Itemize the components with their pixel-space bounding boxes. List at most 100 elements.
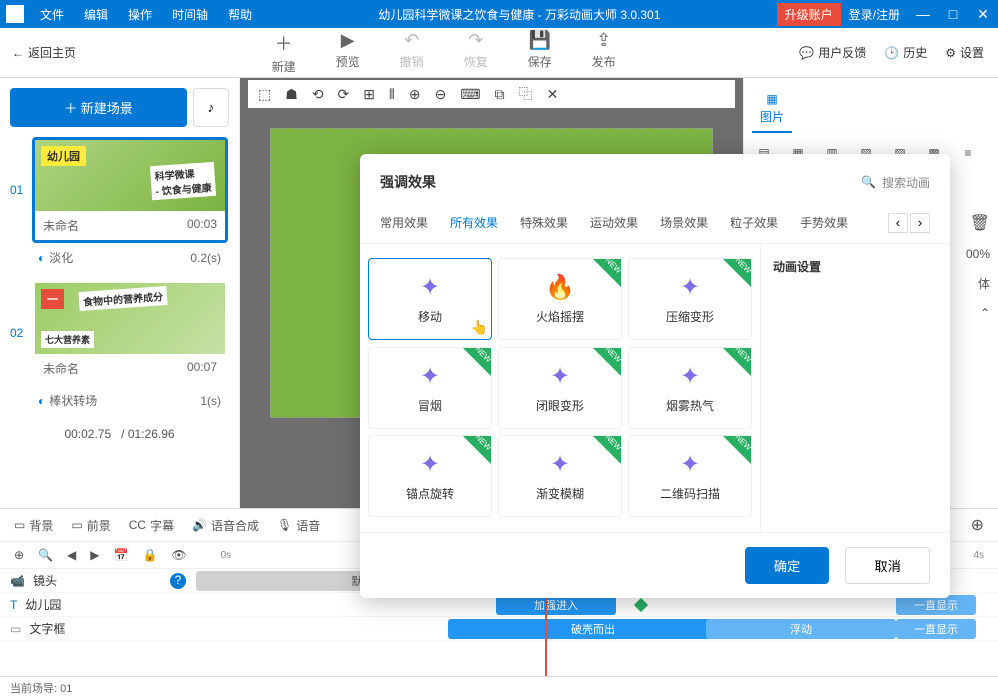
menu-file[interactable]: 文件 (30, 6, 74, 23)
save-icon: 💾 (528, 30, 550, 51)
save-button[interactable]: 💾保存 (528, 30, 552, 75)
canvas-tool-2[interactable]: ⟲ (312, 86, 324, 103)
tab-icon: 🔊 (192, 518, 207, 532)
scene-item-2[interactable]: 02 一 食物中的营养成分 七大营养素 未命名00:07 ◐棒状转场1(s) (10, 280, 229, 415)
keyframe[interactable] (634, 598, 648, 612)
scene-thumb[interactable]: 幼儿园 科学微课- 饮食与健康 未命名00:03 (32, 137, 228, 243)
undo-label: 撤销 (400, 53, 424, 70)
zoom-value: 00% (966, 247, 990, 261)
transition-row[interactable]: ◐淡化0.2(s) (10, 243, 229, 272)
maximize-button[interactable]: □ (938, 6, 968, 22)
effect-二维码扫描[interactable]: ✦二维码扫描 (628, 435, 752, 517)
tl-tab-2[interactable]: CC字幕 (129, 517, 174, 534)
new-button[interactable]: ＋新建 (272, 30, 296, 75)
tl-tool-1[interactable]: 🔍 (38, 548, 53, 562)
tl-tool-0[interactable]: ⊕ (14, 548, 24, 562)
effect-tab-1[interactable]: 所有效果 (450, 210, 498, 235)
tl-tool-6[interactable]: 👁 (171, 548, 186, 562)
search-box[interactable]: 🔍搜索动画 (861, 172, 930, 192)
track-body[interactable]: 破壳而出浮动一直显示 (196, 617, 998, 640)
canvas-tool-5[interactable]: ⫴ (389, 86, 395, 103)
tab-prev[interactable]: ‹ (888, 213, 908, 233)
tab-icon: CC (129, 518, 146, 532)
preview-button[interactable]: ▶预览 (336, 30, 360, 75)
clip[interactable]: 一直显示 (896, 619, 976, 639)
canvas-tool-1[interactable]: ☗ (285, 86, 298, 103)
menu-help[interactable]: 帮助 (218, 6, 262, 23)
feedback-icon: 💬 (799, 46, 814, 60)
transition-row[interactable]: ◐棒状转场1(s) (10, 386, 229, 415)
upgrade-button[interactable]: 升级账户 (777, 3, 841, 26)
history-button[interactable]: 🕑历史 (884, 44, 927, 61)
menu-action[interactable]: 操作 (118, 6, 162, 23)
minimize-button[interactable]: — (908, 6, 938, 22)
publish-button[interactable]: ⇪发布 (592, 30, 616, 75)
effect-压缩变形[interactable]: ✦压缩变形 (628, 258, 752, 340)
app-logo (6, 5, 24, 23)
effect-tab-0[interactable]: 常用效果 (380, 210, 428, 235)
canvas-tool-7[interactable]: ⊖ (435, 86, 447, 103)
clip[interactable]: 一直显示 (896, 595, 976, 615)
effect-移动[interactable]: ✦移动👆 (368, 258, 492, 340)
help-icon[interactable]: ? (170, 573, 186, 589)
tl-tool-4[interactable]: 📅 (113, 548, 128, 562)
tab-next[interactable]: › (910, 213, 930, 233)
effect-烟雾热气[interactable]: ✦烟雾热气 (628, 347, 752, 429)
tl-tool-5[interactable]: 🔒 (142, 548, 157, 562)
effect-tab-4[interactable]: 场景效果 (660, 210, 708, 235)
effect-tab-2[interactable]: 特殊效果 (520, 210, 568, 235)
effect-冒烟[interactable]: ✦冒烟 (368, 347, 492, 429)
clip[interactable]: 破壳而出 (448, 619, 738, 639)
scene-thumb[interactable]: 一 食物中的营养成分 七大营养素 未命名00:07 (32, 280, 228, 386)
login-link[interactable]: 登录/注册 (849, 6, 900, 23)
clip[interactable]: 浮动 (706, 619, 896, 639)
redo-button[interactable]: ↷恢复 (464, 30, 488, 75)
canvas-tool-0[interactable]: ⬚ (258, 86, 271, 103)
delete-button[interactable]: 🗑 (970, 213, 990, 233)
canvas-tool-6[interactable]: ⊕ (409, 86, 421, 103)
effect-tab-3[interactable]: 运动效果 (590, 210, 638, 235)
cancel-button[interactable]: 取消 (845, 547, 930, 584)
tl-tool-2[interactable]: ◀ (67, 548, 76, 562)
effect-渐变模糊[interactable]: ✦渐变模糊 (498, 435, 622, 517)
canvas-tool-10[interactable]: ⿻ (519, 84, 533, 104)
canvas-tool-8[interactable]: ⌨ (460, 86, 480, 103)
cursor-icon: 👆 (471, 319, 488, 336)
menu-edit[interactable]: 编辑 (74, 6, 118, 23)
align-tool-6[interactable]: ≡ (956, 141, 980, 165)
image-tab[interactable]: ▦图片 (752, 86, 792, 133)
effect-锚点旋转[interactable]: ✦锚点旋转 (368, 435, 492, 517)
effect-tab-5[interactable]: 粒子效果 (730, 210, 778, 235)
menu-timeline[interactable]: 时间轴 (162, 6, 218, 23)
effect-火焰摇摆[interactable]: 🔥火焰摇摆 (498, 258, 622, 340)
thumb-image: 一 食物中的营养成分 七大营养素 (35, 283, 225, 354)
effect-tab-6[interactable]: 手势效果 (800, 210, 848, 235)
settings-button[interactable]: ⚙设置 (945, 44, 984, 61)
music-button[interactable]: ♪ (193, 88, 229, 127)
tl-tab-0[interactable]: ▭背景 (14, 517, 53, 534)
canvas-tool-9[interactable]: ⧉ (495, 86, 505, 103)
tl-tab-4[interactable]: 🎙语音 (277, 517, 320, 534)
track-icon: ▭ (10, 622, 21, 636)
tl-tab-1[interactable]: ▭前景 (71, 517, 110, 534)
clip[interactable]: 加强进入 (496, 595, 616, 615)
canvas-tool-11[interactable]: ✕ (547, 86, 559, 103)
tab-label: 背景 (29, 517, 53, 534)
feedback-button[interactable]: 💬用户反馈 (799, 44, 866, 61)
close-button[interactable]: ✕ (968, 6, 998, 23)
ok-button[interactable]: 确定 (745, 547, 830, 584)
effect-闭眼变形[interactable]: ✦闭眼变形 (498, 347, 622, 429)
scene-item-1[interactable]: 01 幼儿园 科学微课- 饮食与健康 未命名00:03 ◐淡化0.2(s) (10, 137, 229, 272)
back-home[interactable]: ← 返回主页 (0, 44, 88, 61)
tl-tool-3[interactable]: ▶ (90, 548, 99, 562)
tl-tab-3[interactable]: 🔊语音合成 (192, 517, 259, 534)
timeline-add[interactable]: ⊕ (971, 515, 984, 535)
app-title: 幼儿园科学微课之饮食与健康 - 万彩动画大师 3.0.301 (262, 6, 777, 23)
canvas-tool-3[interactable]: ⟳ (338, 86, 350, 103)
undo-button[interactable]: ↶ 撤销 (400, 30, 424, 75)
new-scene-button[interactable]: ＋ 新建场景 (10, 88, 187, 127)
redo-icon: ↷ (468, 30, 483, 51)
undo-icon: ↶ (404, 30, 419, 51)
chevron-up-icon[interactable]: ⌃ (980, 306, 990, 320)
canvas-tool-4[interactable]: ⊞ (363, 86, 375, 103)
